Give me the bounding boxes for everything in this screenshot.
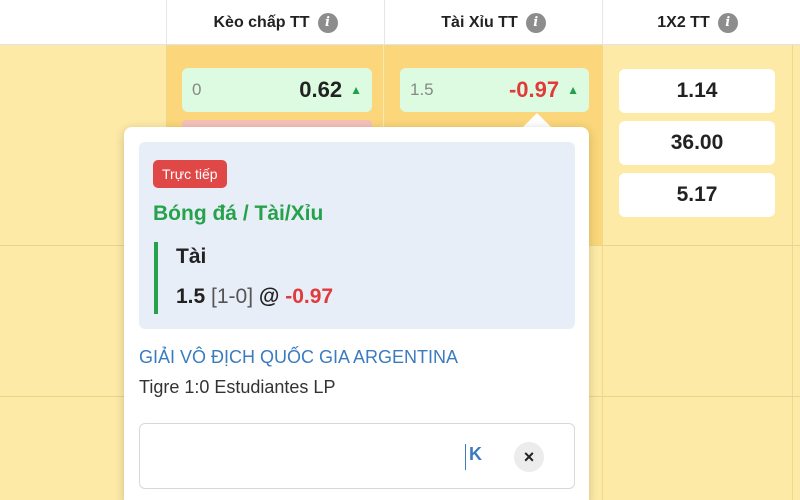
x12-home-odds-button[interactable]: 1.14 [619,69,775,113]
handicap-odds-button[interactable]: 0 0.62 ▲ [182,68,372,112]
divider [602,45,603,500]
over-under-line: 1.5 [410,80,434,99]
x12-away-odds-button[interactable]: 5.17 [619,173,775,217]
bet-selection-card: Trực tiếp Bóng đá / Tài/Xỉu Tài 1.5 [1-0… [139,142,575,329]
selection-accent-bar [154,242,158,314]
bet-slip-popup: Trực tiếp Bóng đá / Tài/Xỉu Tài 1.5 [1-0… [124,127,589,500]
x12-draw-odds-button[interactable]: 36.00 [619,121,775,165]
column-header-label: Kèo chấp TT [213,13,310,31]
column-header-over-under: Tài Xỉu TT i [384,0,602,45]
text-cursor [465,444,466,470]
odds-header: Kèo chấp TT i Tài Xỉu TT i 1X2 TT i [0,0,800,45]
sport-market-label: Bóng đá / Tài/Xỉu [153,202,324,225]
league-name: GIẢI VÔ ĐỊCH QUỐC GIA ARGENTINA [139,347,459,367]
over-under-price: -0.97 [508,77,560,102]
arrow-up-icon: ▲ [567,83,579,97]
over-under-odds-button[interactable]: 1.5 -0.97 ▲ [400,68,589,112]
at-symbol: @ [258,285,280,308]
match-name: Tigre 1:0 Estudiantes LP [139,377,336,397]
handicap-price: 0.62 [299,77,343,102]
column-header-label: 1X2 TT [657,13,710,31]
info-icon[interactable]: i [525,12,546,33]
selection-handicap: 1.5 [176,285,206,308]
thousands-unit-button[interactable]: K [469,444,482,465]
selection-name: Tài [176,245,207,268]
selection-score: [1-0] [211,285,254,308]
stake-input[interactable] [150,438,470,474]
handicap-line: 0 [192,80,202,99]
divider [792,45,793,500]
close-icon[interactable]: × [514,442,544,472]
column-header-handicap: Kèo chấp TT i [166,0,384,45]
arrow-up-icon: ▲ [350,83,362,97]
stake-field: K × [139,423,575,489]
selection-details: 1.5 [1-0] @ -0.97 [176,285,333,309]
column-header-label: Tài Xỉu TT [441,13,518,31]
info-icon[interactable]: i [717,12,738,33]
live-badge: Trực tiếp [153,160,227,188]
info-icon[interactable]: i [317,12,338,33]
selection-price: -0.97 [285,285,334,308]
column-header-1x2: 1X2 TT i [602,0,792,45]
popup-pointer [523,113,551,127]
